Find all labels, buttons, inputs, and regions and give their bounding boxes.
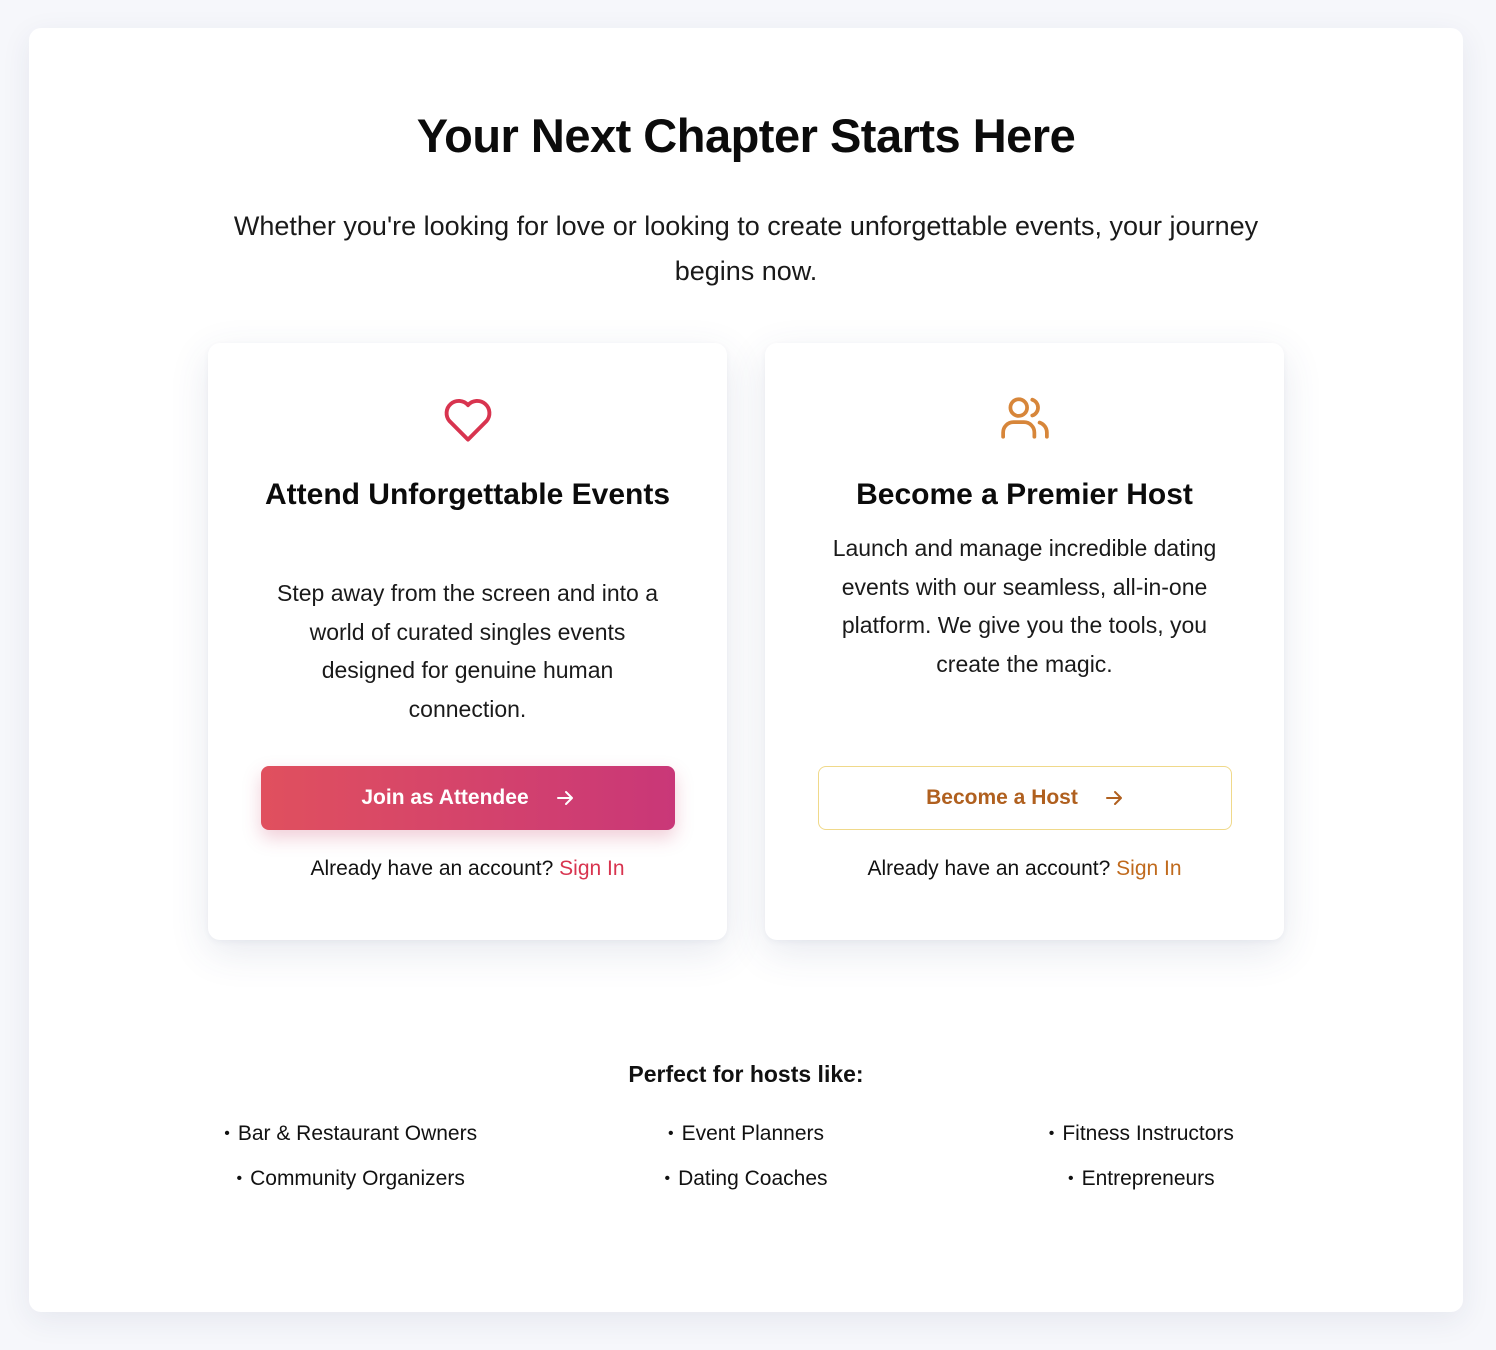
attendee-signin-prompt: Already have an account?: [310, 857, 554, 880]
bullet-icon: •: [1048, 1125, 1055, 1142]
host-card-title: Become a Premier Host: [856, 478, 1193, 511]
list-item: • Dating Coaches: [664, 1167, 828, 1190]
attendee-card-title: Attend Unforgettable Events: [264, 478, 671, 511]
page-title: Your Next Chapter Starts Here: [416, 109, 1076, 162]
bullet-icon: •: [664, 1170, 671, 1187]
hosts-list: • Bar & Restaurant Owners • Event Planners…: [153, 1120, 1339, 1192]
list-item: • Community Organizers: [236, 1167, 465, 1190]
host-card: Become a Premier Host Launch and manage …: [765, 343, 1284, 940]
users-icon: [765, 395, 1284, 441]
bullet-icon: •: [236, 1170, 243, 1187]
host-card-description: Launch and manage incredible dating even…: [832, 535, 1217, 677]
join-as-attendee-button[interactable]: Join as Attendee: [261, 766, 675, 830]
attendee-card-description: Step away from the screen and into a wor…: [277, 580, 658, 722]
host-signin-prompt: Already have an account?: [867, 857, 1111, 880]
bullet-icon: •: [224, 1125, 230, 1142]
become-a-host-label: Become a Host: [926, 786, 1078, 809]
hosts-section-title: Perfect for hosts like:: [628, 1061, 864, 1087]
attendee-signin-row: Already have an account? Sign In: [208, 857, 727, 881]
arrow-right-icon: [1104, 788, 1124, 808]
list-item: • Event Planners: [667, 1122, 824, 1145]
bullet-icon: •: [1067, 1170, 1074, 1187]
main-panel: Your Next Chapter Starts Here Whether yo…: [29, 28, 1463, 1312]
become-a-host-button[interactable]: Become a Host: [818, 766, 1232, 830]
host-signin-row: Already have an account? Sign In: [765, 857, 1284, 881]
host-signin-link[interactable]: Sign In: [1116, 857, 1181, 880]
arrow-right-icon: [555, 788, 575, 808]
list-item: • Fitness Instructors: [1048, 1122, 1234, 1145]
list-item: • Entrepreneurs: [1067, 1167, 1215, 1190]
join-as-attendee-label: Join as Attendee: [361, 786, 529, 809]
bullet-icon: •: [667, 1125, 674, 1142]
list-item: • Bar & Restaurant Owners: [224, 1122, 478, 1145]
heart-icon: [208, 395, 727, 443]
attendee-signin-link[interactable]: Sign In: [559, 857, 624, 880]
attendee-card: Attend Unforgettable Events Step away fr…: [208, 343, 727, 940]
page-subtitle: Whether you're looking for love or looki…: [233, 211, 1259, 286]
